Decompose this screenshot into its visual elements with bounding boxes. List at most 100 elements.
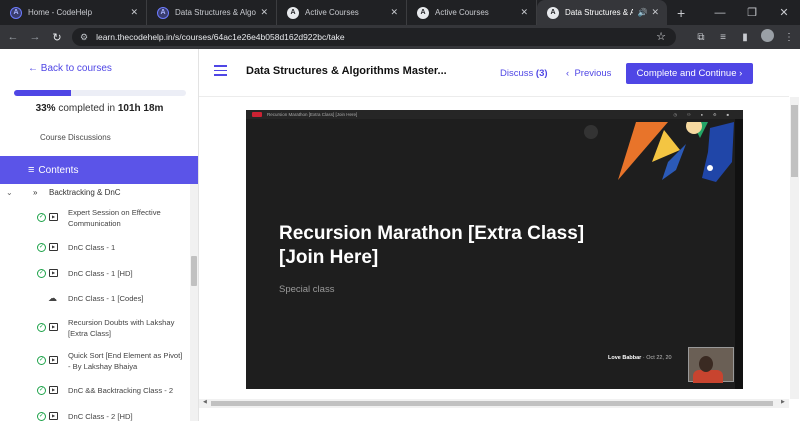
scroll-left-icon[interactable]: ◀ (203, 399, 207, 405)
progress-text: 33% completed in 101h 18m (0, 103, 198, 114)
close-tab-icon[interactable]: ✕ (260, 7, 268, 18)
url-text: learn.thecodehelp.in/s/courses/64ac1e26e… (96, 32, 345, 42)
codehelp-icon: A (547, 6, 559, 19)
mic-icon: ● (700, 112, 703, 117)
video-icon: ▶ (49, 386, 58, 394)
decorative-shapes (618, 122, 734, 182)
new-tab-icon[interactable]: + (667, 0, 695, 25)
reload-icon[interactable]: ↻ (46, 31, 68, 44)
video-top-bar: Recursion Marathon [Extra Class] [Join H… (246, 110, 743, 119)
toolbar-right: ⧉ ≡ ▮ ⋮ (690, 25, 800, 49)
video-icon: ▶ (49, 323, 58, 331)
scrollbar-thumb[interactable] (791, 105, 798, 177)
check-circle-icon: ✓ (37, 269, 46, 278)
section-title: Backtracking & DnC (49, 187, 121, 197)
lesson-title: Expert Session on Effective Communicatio… (68, 208, 161, 228)
window-controls: — ❐ ✕ (704, 0, 800, 25)
progress-time: 101h 18m (117, 103, 164, 114)
download-icon: ☁ (48, 293, 57, 303)
bookmark-star-icon[interactable]: ☆ (656, 30, 666, 43)
check-circle-icon: ✓ (37, 243, 46, 252)
course-title: Data Structures & Algorithms Master... (246, 65, 447, 77)
video-date: Oct 22, 20 (646, 355, 672, 361)
scrollbar-thumb[interactable] (191, 256, 197, 286)
settings-icon: ⚙ (712, 112, 717, 117)
video-icon: ▶ (49, 243, 58, 251)
course-sidebar: ← Back to courses 33% completed in 101h … (0, 49, 199, 421)
previous-link[interactable]: ‹ Previous (566, 68, 611, 79)
back-label: Back to courses (40, 63, 112, 74)
check-circle-icon: ✓ (37, 412, 46, 421)
progress-fill (14, 90, 71, 96)
check-circle-icon: ✓ (37, 213, 46, 222)
restore-icon[interactable]: ❐ (736, 6, 768, 19)
timer-icon: ◷ (673, 112, 677, 117)
check-circle-icon: ✓ (37, 356, 46, 365)
decor-circle (584, 125, 598, 139)
sidebar-scrollbar[interactable] (190, 184, 198, 421)
tab-title: Data Structures & Algori (565, 8, 634, 17)
browser-tab-strip: A Home - CodeHelp ✕ A Data Structures & … (0, 0, 800, 25)
people-icon: ⚇ (686, 112, 691, 117)
browser-tab[interactable]: A Active Courses ✕ (277, 0, 407, 25)
close-tab-icon[interactable]: ✕ (130, 7, 138, 18)
complete-and-continue-button[interactable]: Complete and Continue › (626, 63, 753, 84)
tab-title: Data Structures & Algorithm (175, 8, 256, 17)
close-tab-icon[interactable]: ✕ (651, 7, 659, 18)
profile-avatar[interactable] (756, 29, 778, 45)
speaker-icon[interactable]: 🔊 (637, 8, 647, 17)
video-edge (735, 119, 743, 389)
end-icon: ■ (726, 112, 729, 117)
video-icon: ▶ (49, 213, 58, 221)
horizontal-scrollbar[interactable]: ◀ ▶ (199, 399, 789, 408)
double-chevron-icon: » (33, 187, 38, 197)
video-icon: ▶ (49, 412, 58, 420)
close-tab-icon[interactable]: ✕ (520, 7, 528, 18)
address-bar[interactable]: ⚙ learn.thecodehelp.in/s/courses/64ac1e2… (72, 28, 676, 46)
side-panel-icon[interactable]: ▮ (734, 32, 756, 43)
close-window-icon[interactable]: ✕ (768, 6, 800, 19)
video-instructor-line: Love Babbar · Oct 22, 20 (608, 355, 672, 361)
extensions-icon[interactable]: ⧉ (690, 32, 712, 43)
lesson-title: DnC Class - 1 [Codes] (68, 294, 144, 303)
discuss-count: (3) (535, 68, 548, 79)
lesson-title: Recursion Doubts with Lakshay [Extra Cla… (68, 318, 175, 338)
page-content: ← Back to courses 33% completed in 101h … (0, 49, 800, 421)
progress-mid: completed in (58, 103, 116, 114)
vertical-scrollbar[interactable] (790, 97, 799, 399)
course-discussions-link[interactable]: Course Discussions (40, 133, 111, 142)
site-info-icon[interactable]: ⚙ (80, 32, 88, 43)
instructor-webcam (688, 347, 734, 383)
browser-tab[interactable]: A Home - CodeHelp ✕ (0, 0, 147, 25)
codehelp-icon: A (10, 6, 22, 19)
hamburger-menu-icon[interactable] (214, 65, 227, 76)
menu-dots-icon[interactable]: ⋮ (778, 32, 800, 43)
chevron-down-icon: ⌄ (6, 187, 13, 197)
chevron-right-icon: › (739, 68, 743, 79)
codehelp-icon: A (287, 6, 299, 19)
video-icon: ▶ (49, 356, 58, 364)
browser-tab-active[interactable]: A Data Structures & Algori 🔊 ✕ (537, 0, 667, 25)
previous-label: Previous (574, 68, 612, 79)
discuss-link[interactable]: Discuss (3) (500, 68, 548, 79)
back-arrow-icon[interactable]: ← (2, 31, 24, 43)
video-player[interactable]: Recursion Marathon [Extra Class] [Join H… (246, 110, 743, 389)
scroll-right-icon[interactable]: ▶ (781, 399, 785, 405)
close-tab-icon[interactable]: ✕ (390, 7, 398, 18)
reading-list-icon[interactable]: ≡ (712, 32, 734, 43)
check-circle-icon: ✓ (37, 386, 46, 395)
browser-tab[interactable]: A Data Structures & Algorithm ✕ (147, 0, 277, 25)
scrollbar-thumb[interactable] (211, 401, 773, 406)
back-to-courses-link[interactable]: ← Back to courses (28, 63, 112, 74)
contents-header[interactable]: ≡ Contents (0, 156, 198, 184)
list-icon: ≡ (28, 164, 35, 176)
minimize-icon[interactable]: — (704, 7, 736, 19)
codehelp-icon: A (417, 6, 429, 19)
browser-tab[interactable]: A Active Courses ✕ (407, 0, 537, 25)
forward-arrow-icon[interactable]: → (24, 31, 46, 43)
video-icon: ▶ (49, 269, 58, 277)
section-header[interactable]: ⌄ » Backtracking & DnC ▲ (0, 184, 198, 200)
tab-title: Active Courses (435, 8, 489, 17)
check-circle-icon: ✓ (37, 323, 46, 332)
video-title: Recursion Marathon [Extra Class] [Join H… (279, 223, 585, 268)
